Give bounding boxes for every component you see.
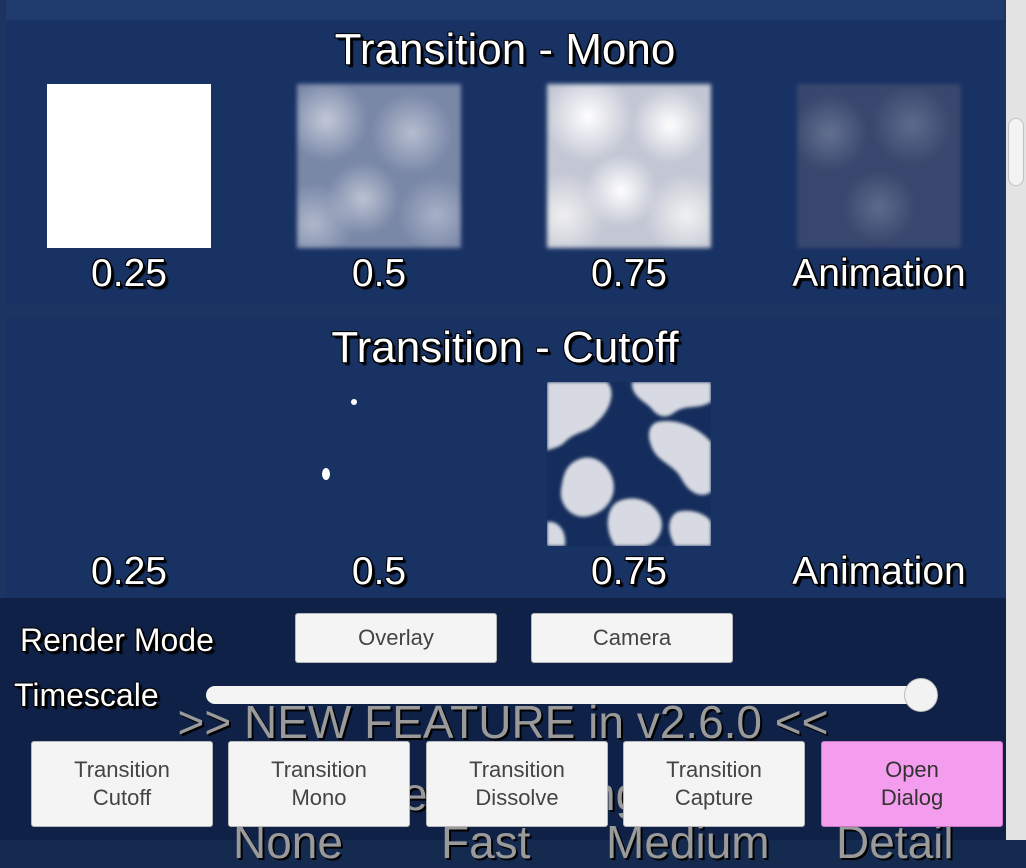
transition-dissolve-button[interactable]: Transition Dissolve	[426, 741, 608, 827]
button-line: Cutoff	[92, 785, 152, 810]
cutoff-preview-075	[547, 382, 711, 546]
cutoff-preview-05	[297, 382, 461, 546]
cutoff-label-025: 0.25	[91, 550, 167, 593]
cutoff-label-05: 0.5	[351, 550, 407, 593]
mono-label-05: 0.5	[351, 252, 407, 295]
button-line: Open	[885, 757, 939, 782]
button-line: Dissolve	[475, 785, 559, 810]
button-line: Capture	[674, 785, 754, 810]
transition-capture-button[interactable]: Transition Capture	[623, 741, 805, 827]
section-title: Transition - Mono	[334, 25, 676, 74]
mono-label-025: 0.25	[91, 252, 167, 295]
overlay-button[interactable]: Overlay	[295, 613, 497, 663]
mono-preview-05	[297, 84, 461, 248]
button-line: Transition	[469, 757, 565, 782]
cutoff-blobs	[547, 382, 711, 546]
button-line: Transition	[666, 757, 762, 782]
button-line: Transition	[74, 757, 170, 782]
section-title: Transition - Cutoff	[331, 323, 679, 372]
button-line: Transition	[271, 757, 367, 782]
button-line: Dialog	[880, 785, 944, 810]
mono-preview-075	[547, 84, 711, 248]
button-line: Mono	[291, 785, 347, 810]
mono-label-animation: Animation	[792, 252, 966, 295]
cutoff-dots	[322, 399, 357, 480]
mono-preview-025	[47, 84, 211, 248]
cutoff-preview-animation	[797, 382, 961, 546]
scrollbar-thumb[interactable]	[1008, 118, 1024, 186]
open-dialog-button[interactable]: Open Dialog	[821, 741, 1003, 827]
top-strip	[6, 0, 1004, 20]
mono-label-075: 0.75	[591, 252, 667, 295]
cutoff-label-animation: Animation	[792, 550, 966, 593]
cutoff-preview-025	[47, 382, 211, 546]
mono-preview-animation	[797, 84, 961, 248]
transition-cutoff-button[interactable]: Transition Cutoff	[31, 741, 213, 827]
cutoff-label-075: 0.75	[591, 550, 667, 593]
transition-mono-button[interactable]: Transition Mono	[228, 741, 410, 827]
camera-button[interactable]: Camera	[531, 613, 733, 663]
section-transition-mono: Transition - Mono 0.25 0.5 0.75 Animatio…	[6, 20, 1004, 304]
render-mode-label: Render Mode	[20, 622, 214, 658]
section-transition-cutoff: Transition - Cutoff 0.25 0.5 0.75 Animat…	[6, 318, 1004, 600]
